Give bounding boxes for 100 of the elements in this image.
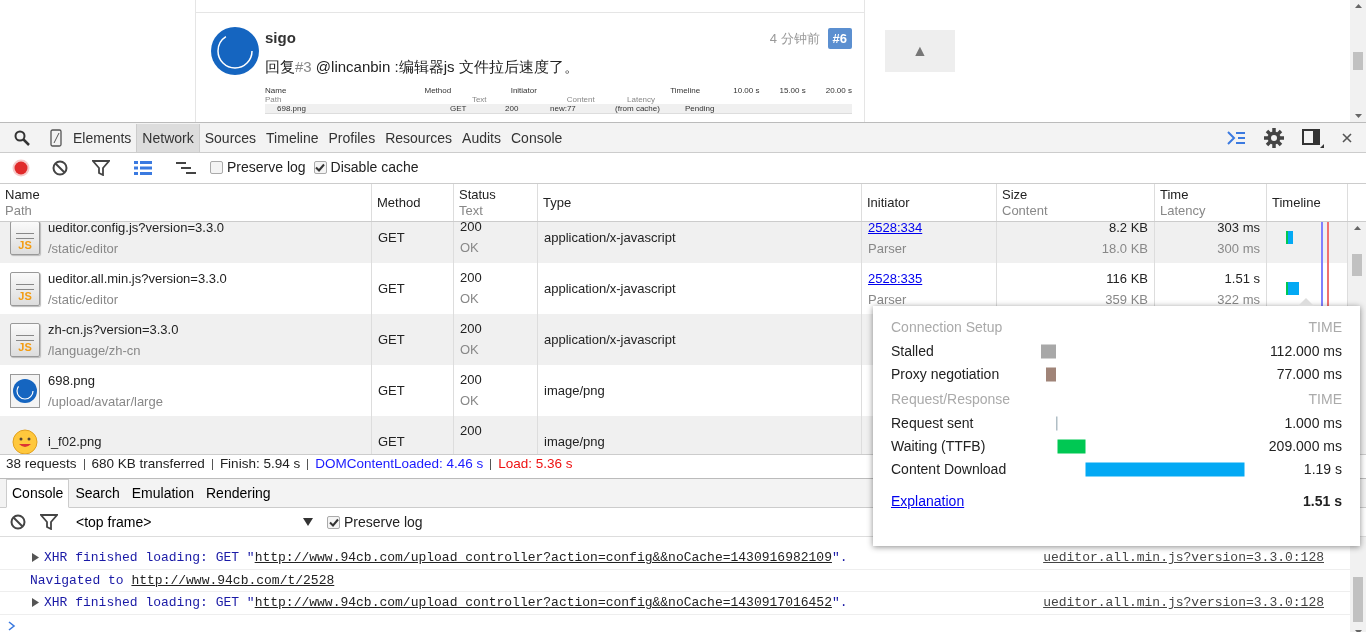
url-link[interactable]: http://www.94cb.com/upload_controller?action=config&&noCache=1430917016452 [254, 595, 832, 610]
checkbox[interactable] [210, 161, 223, 174]
request-path: /upload/avatar/large [48, 392, 163, 411]
panel-tab[interactable]: Audits [457, 123, 506, 152]
source-link[interactable]: ueditor.all.min.js?version=3.3.0:128 [1043, 593, 1324, 613]
initiator-link[interactable]: 2528:334 [868, 222, 923, 238]
scrollbar[interactable] [1350, 0, 1366, 122]
mini-cell-text: (from cache) [615, 104, 661, 113]
timing-value: 1.19 s [1303, 460, 1342, 479]
column-title: Time [1160, 186, 1190, 203]
mime-type: application/x-javascript [544, 331, 677, 349]
mini-header: Timeline [670, 86, 702, 95]
dropdown-caret-icon [303, 518, 313, 526]
method-text: GET [378, 382, 406, 400]
scrollbar[interactable] [1350, 537, 1366, 632]
expand-triangle-icon[interactable] [32, 553, 39, 563]
checkbox-label[interactable]: Preserve log [344, 511, 423, 533]
console-message: Navigated to http://www.94cb.com/t/2528 [30, 571, 335, 590]
mini-header: Name [265, 86, 288, 95]
mini-cell-text: GET [450, 104, 468, 113]
status-code: 200 [460, 222, 483, 236]
context-dropdown[interactable]: <top frame> [72, 511, 317, 533]
smiley-icon [10, 426, 40, 454]
size-text: 8.2 KB [1107, 222, 1148, 237]
drawer-tab[interactable]: Emulation [125, 479, 200, 508]
source-link[interactable]: ueditor.all.min.js?version=3.3.0:128 [1043, 548, 1324, 568]
scroll-top-button[interactable]: ▲ [885, 30, 955, 72]
checkbox[interactable] [327, 515, 340, 529]
status-text: OK [460, 290, 480, 308]
expand-triangle-icon[interactable] [32, 598, 39, 608]
column-header[interactable]: Time Latency [1155, 184, 1267, 221]
file-icon: JS [10, 222, 40, 255]
column-title: Status [459, 186, 497, 203]
drawer-tab[interactable]: Rendering [200, 479, 277, 508]
drawer-tab[interactable]: Search [69, 479, 126, 508]
url-link[interactable]: http://www.94cb.com/upload_controller?action=config&&noCache=1430916982109 [254, 550, 832, 565]
column-header[interactable]: Method [372, 184, 454, 221]
summary-text: 38 requests [6, 455, 77, 474]
column-title: Type [543, 194, 573, 211]
column-header[interactable]: Initiator [862, 184, 997, 221]
panel-tab[interactable]: Timeline [261, 123, 324, 152]
method-text: GET [378, 433, 406, 451]
settings-icon [1264, 127, 1284, 148]
scroll-down-icon [1354, 114, 1362, 118]
panel-tab[interactable]: Resources [380, 123, 458, 152]
scroll-thumb[interactable] [1353, 52, 1363, 70]
waterfall-icon [176, 160, 196, 175]
column-title: Name [5, 186, 41, 203]
checkbox-label[interactable]: Preserve log [227, 157, 306, 178]
mini-header: Initiator [510, 86, 538, 95]
checkmark-icon [328, 517, 339, 527]
request-row[interactable]: JS ueditor.config.js?version=3.3.0 /static/editor GET 200 OK application/x-javascript 2528:334 Parser 8.2 KB 18.0 KB 303 ms 300 ms [0, 222, 1348, 263]
mime-type: image/png [544, 382, 606, 400]
total-time: 1.51 s [1303, 492, 1342, 511]
column-title: Timeline [1272, 194, 1322, 211]
mini-subheader: Text [471, 95, 488, 104]
column-subtitle: Latency [1160, 202, 1207, 219]
console-message: XHR finished loading: GET "http://www.94cb.com/upload_controller?action=config&&noCache=1430917016452". [44, 594, 848, 612]
post-time: 4 分钟前 [769, 29, 820, 48]
list-icon [134, 160, 152, 175]
column-header[interactable]: Status Text [454, 184, 538, 221]
column-header[interactable]: Timeline [1267, 184, 1348, 221]
reply-link[interactable]: #3 [295, 57, 312, 75]
panel-tab[interactable]: Profiles [323, 123, 381, 152]
request-name: zh-cn.js?version=3.3.0 [48, 320, 179, 339]
request-path: /static/editor [48, 290, 120, 309]
file-icon: JS [10, 322, 40, 357]
panel-tab[interactable]: Network [136, 123, 200, 152]
url-link[interactable]: http://www.94cb.com/t/2528 [131, 572, 335, 588]
panel-tab[interactable]: Console [506, 123, 568, 152]
mini-cell-text: new:77 [550, 104, 577, 113]
column-header[interactable]: Size Content [997, 184, 1155, 221]
filter-icon [40, 514, 58, 530]
avatar-thumbnail [10, 373, 40, 408]
panel-tab[interactable]: Sources [199, 123, 262, 152]
column-header[interactable]: Type [538, 184, 862, 221]
checkbox[interactable] [313, 161, 327, 174]
summary-text: DOMContentLoaded: 4.46 s [315, 455, 484, 474]
time-heading: TIME [1308, 389, 1342, 409]
drawer-tab[interactable]: Console [6, 479, 70, 508]
column-header[interactable]: Name Path [0, 184, 372, 221]
author-name[interactable]: sigo [265, 27, 296, 50]
status-code: 200 [460, 320, 483, 338]
console-message: XHR finished loading: GET "http://www.94cb.com/upload_controller?action=config&&noCache=1430916982109". [44, 549, 848, 567]
scroll-thumb[interactable] [1353, 577, 1363, 622]
filter-icon [92, 159, 110, 176]
timing-value: 209.000 ms [1268, 437, 1342, 456]
scroll-thumb[interactable] [1352, 254, 1362, 276]
explanation-link[interactable]: Explanation [891, 491, 965, 512]
timing-label: Content Download [891, 460, 1008, 479]
panel-tab[interactable]: Elements [68, 123, 137, 152]
initiator-link[interactable]: 2528:335 [868, 267, 923, 289]
content-size: 359 KB [1104, 290, 1148, 309]
tick-label: 10.00 s [733, 86, 760, 97]
checkbox-label[interactable]: Disable cache [330, 157, 419, 178]
clear-console-button[interactable] [10, 514, 26, 530]
request-path: /language/zh-cn [48, 341, 142, 360]
content-size: 18.0 KB [1100, 239, 1148, 258]
mini-subheader: Path [265, 95, 283, 104]
search-icon [14, 129, 30, 146]
